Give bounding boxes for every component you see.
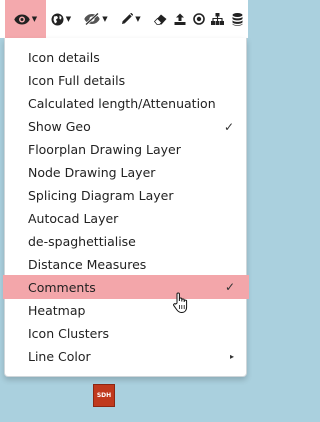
chevron-down-icon: ▼ xyxy=(135,15,141,23)
sdh-map-marker[interactable]: SDH xyxy=(93,384,115,407)
menu-item-node-layer[interactable]: Node Drawing Layer xyxy=(5,161,246,184)
menu-item-de-spaghettialise[interactable]: de-spaghettialise xyxy=(5,230,246,253)
menu-item-label: Show Geo xyxy=(28,119,91,134)
chevron-down-icon: ▼ xyxy=(102,15,108,23)
chevron-down-icon: ▼ xyxy=(31,15,38,23)
menu-item-autocad-layer[interactable]: Autocad Layer xyxy=(5,207,246,230)
target-button[interactable] xyxy=(191,0,207,38)
menu-item-comments[interactable]: Comments ✓ xyxy=(3,275,249,299)
view-dropdown-menu: Icon details Icon Full details Calculate… xyxy=(3,38,249,377)
menu-item-floorplan-layer[interactable]: Floorplan Drawing Layer xyxy=(5,138,246,161)
menu-item-icon-full-details[interactable]: Icon Full details xyxy=(5,69,246,92)
menu-item-icon-clusters[interactable]: Icon Clusters xyxy=(5,322,246,345)
chevron-down-icon: ▼ xyxy=(65,15,72,23)
check-icon: ✓ xyxy=(223,119,234,134)
pencil-icon xyxy=(122,13,134,24)
globe-dropdown-button[interactable]: ▼ xyxy=(46,0,76,38)
menu-item-label: Icon details xyxy=(28,50,100,65)
eye-slash-icon xyxy=(84,13,100,25)
menu-item-calculated-length[interactable]: Calculated length/Attenuation xyxy=(5,92,246,115)
upload-icon xyxy=(174,13,186,25)
menu-item-label: Distance Measures xyxy=(28,257,147,272)
menu-item-label: Heatmap xyxy=(28,303,86,318)
menu-item-label: Line Color xyxy=(28,349,91,364)
menu-item-label: Comments xyxy=(28,279,96,295)
hand-cursor-icon xyxy=(172,291,192,319)
chevron-right-icon: ▸ xyxy=(229,352,234,361)
view-dropdown-button[interactable]: ▼ xyxy=(5,0,46,38)
menu-item-splicing-layer[interactable]: Splicing Diagram Layer xyxy=(5,184,246,207)
menu-item-label: Icon Full details xyxy=(28,73,126,88)
sdh-marker-label: SDH xyxy=(96,392,112,399)
sitemap-icon xyxy=(211,13,224,25)
menu-item-label: Icon Clusters xyxy=(28,326,109,341)
menu-item-label: de-spaghettialise xyxy=(28,234,136,249)
menu-item-distance-measures[interactable]: Distance Measures xyxy=(5,253,246,276)
upload-button[interactable] xyxy=(172,0,188,38)
database-button[interactable] xyxy=(228,0,246,38)
menu-item-label: Calculated length/Attenuation xyxy=(28,96,216,111)
menu-item-heatmap[interactable]: Heatmap xyxy=(5,299,246,322)
menu-item-show-geo[interactable]: Show Geo ✓ xyxy=(5,115,246,138)
draw-dropdown-button[interactable]: ▼ xyxy=(117,0,145,38)
hide-dropdown-button[interactable]: ▼ xyxy=(80,0,112,38)
database-icon xyxy=(232,12,242,26)
menu-item-label: Floorplan Drawing Layer xyxy=(28,142,181,157)
eraser-button[interactable] xyxy=(151,0,169,38)
eraser-icon xyxy=(153,14,166,25)
menu-item-label: Node Drawing Layer xyxy=(28,165,156,180)
menu-item-line-color[interactable]: Line Color ▸ xyxy=(5,345,246,368)
hierarchy-button[interactable] xyxy=(209,0,226,38)
menu-item-label: Splicing Diagram Layer xyxy=(28,188,174,203)
map-toolbar: ▼ ▼ ▼ ▼ xyxy=(0,0,248,38)
check-icon: ✓ xyxy=(224,280,235,294)
dot-circle-icon xyxy=(193,13,205,25)
globe-icon xyxy=(51,13,64,25)
menu-item-icon-details[interactable]: Icon details xyxy=(5,46,246,69)
eye-icon xyxy=(14,14,30,24)
menu-item-label: Autocad Layer xyxy=(28,211,119,226)
